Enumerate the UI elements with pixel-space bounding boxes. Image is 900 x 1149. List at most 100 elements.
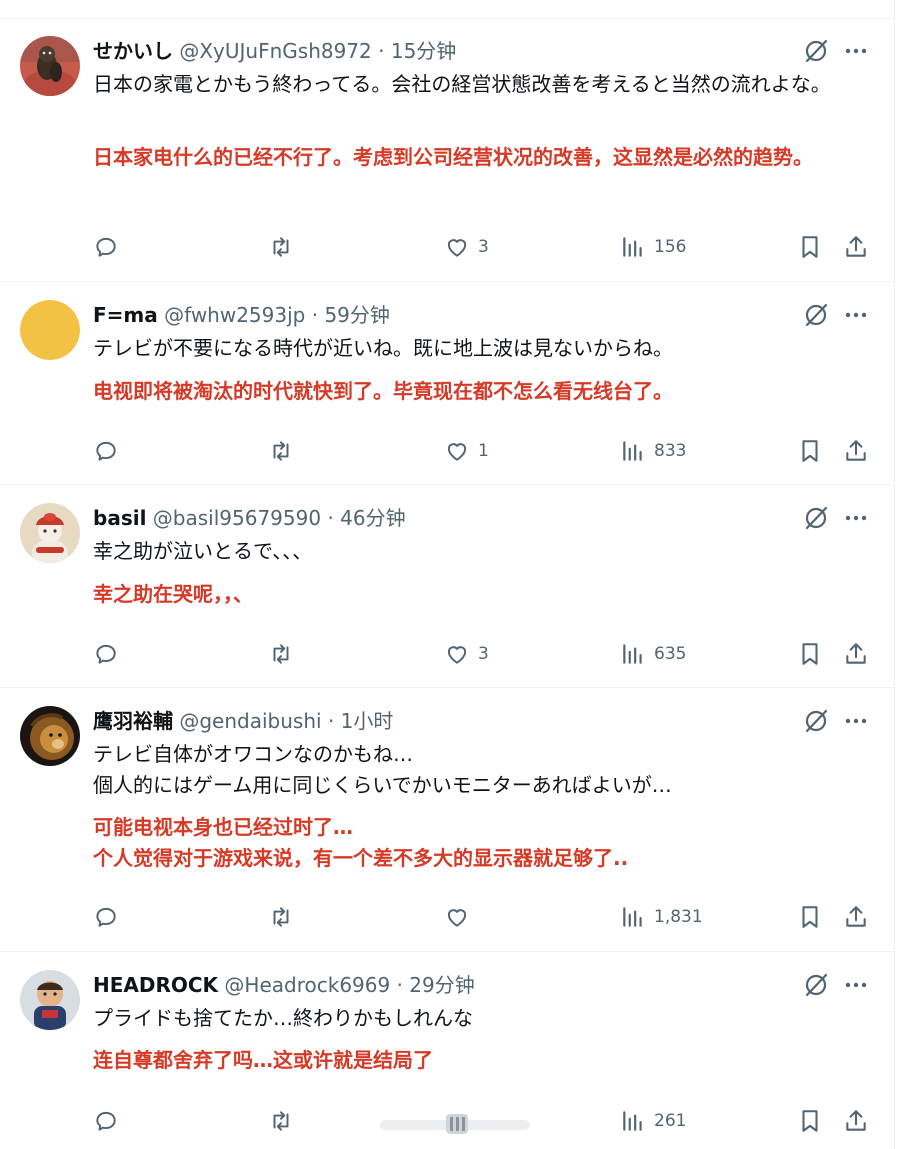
previous-tweet-edge xyxy=(0,0,894,19)
avatar[interactable] xyxy=(20,706,80,766)
share-button[interactable] xyxy=(843,436,869,466)
more-options-icon[interactable] xyxy=(842,37,870,65)
timestamp[interactable]: 1小时 xyxy=(341,709,394,733)
reply-button[interactable] xyxy=(93,902,127,932)
grok-icon[interactable] xyxy=(802,504,830,532)
views-button[interactable]: 1,831 xyxy=(620,902,703,932)
tweet[interactable]: 鹰羽裕輔 @gendaibushi · 1小时 テレビ自体がオワコンなのかもね…… xyxy=(0,688,894,952)
avatar[interactable] xyxy=(20,970,80,1030)
retweet-button[interactable] xyxy=(268,902,302,932)
more-options-icon[interactable] xyxy=(842,301,870,329)
retweet-icon xyxy=(273,1111,289,1131)
reply-button[interactable] xyxy=(93,232,127,262)
tweet-text-translation: 可能电视本身也已经过时了… 个人觉得对于游戏来说，有一个差不多大的显示器就足够了… xyxy=(93,815,629,870)
bookmark-icon xyxy=(802,236,818,258)
display-name[interactable]: せかいし xyxy=(93,39,173,63)
timestamp[interactable]: 15分钟 xyxy=(391,39,456,63)
view-count: 156 xyxy=(654,237,687,257)
tweet[interactable]: せかいし @XyUJuFnGsh8972 · 15分钟 日本の家電とかもう終わっ… xyxy=(0,18,894,282)
display-name[interactable]: basil xyxy=(93,506,146,530)
more-options-icon[interactable] xyxy=(842,971,870,999)
reply-button[interactable] xyxy=(93,639,127,669)
bookmark-icon xyxy=(802,643,818,665)
timestamp[interactable]: 59分钟 xyxy=(324,303,389,327)
share-button[interactable] xyxy=(843,232,869,262)
view-count: 1,831 xyxy=(654,907,703,927)
separator-dot: · xyxy=(396,973,403,997)
share-button[interactable] xyxy=(843,639,869,669)
grok-icon[interactable] xyxy=(802,971,830,999)
display-name[interactable]: F=ma xyxy=(93,303,158,327)
more-options-icon[interactable] xyxy=(842,707,870,735)
views-button[interactable]: 833 xyxy=(620,436,686,466)
separator-dot: · xyxy=(378,39,385,63)
like-button[interactable] xyxy=(444,902,478,932)
tweet-feed: せかいし @XyUJuFnGsh8972 · 15分钟 日本の家電とかもう終わっ… xyxy=(0,0,895,1149)
bookmark-icon xyxy=(802,906,818,928)
share-icon xyxy=(846,906,866,927)
heart-icon xyxy=(447,909,467,927)
avatar[interactable] xyxy=(20,36,80,96)
display-name[interactable]: 鹰羽裕輔 xyxy=(93,709,173,733)
bookmark-button[interactable] xyxy=(797,232,823,262)
bookmark-button[interactable] xyxy=(797,436,823,466)
display-name[interactable]: HEADROCK xyxy=(93,973,218,997)
share-button[interactable] xyxy=(843,902,869,932)
avatar[interactable] xyxy=(20,300,80,360)
user-handle[interactable]: @XyUJuFnGsh8972 xyxy=(179,39,371,63)
tweet-header: HEADROCK @Headrock6969 · 29分钟 xyxy=(93,970,475,1000)
bookmark-button[interactable] xyxy=(797,902,823,932)
retweet-icon xyxy=(273,441,289,461)
timestamp[interactable]: 29分钟 xyxy=(409,973,474,997)
reply-icon xyxy=(96,237,116,257)
views-button[interactable]: 261 xyxy=(620,1106,686,1136)
watermark-overlay xyxy=(380,1114,530,1134)
action-bar: 1,831 xyxy=(0,902,894,932)
separator-dot: · xyxy=(327,506,334,530)
tweet-text-original: プライドも捨てたか…終わりかもしれんな xyxy=(93,1006,473,1030)
share-icon xyxy=(846,1110,866,1131)
reply-icon xyxy=(96,1111,116,1131)
views-bar-chart-icon xyxy=(623,644,642,664)
like-button[interactable]: 1 xyxy=(444,436,489,466)
bookmark-button[interactable] xyxy=(797,1106,823,1136)
like-count: 1 xyxy=(478,441,489,461)
share-button[interactable] xyxy=(843,1106,869,1136)
like-count: 3 xyxy=(478,644,489,664)
grok-icon[interactable] xyxy=(802,37,830,65)
retweet-button[interactable] xyxy=(268,232,302,262)
reply-button[interactable] xyxy=(93,1106,127,1136)
tweet-header: せかいし @XyUJuFnGsh8972 · 15分钟 xyxy=(93,36,456,66)
grok-icon[interactable] xyxy=(802,707,830,735)
retweet-button[interactable] xyxy=(268,436,302,466)
grok-icon[interactable] xyxy=(802,301,830,329)
like-button[interactable]: 3 xyxy=(444,639,489,669)
user-handle[interactable]: @fwhw2593jp xyxy=(164,303,305,327)
like-button[interactable]: 3 xyxy=(444,232,489,262)
views-button[interactable]: 156 xyxy=(620,232,686,262)
tweet-text-original: テレビが不要になる時代が近いね。既に地上波は見ないからね。 xyxy=(93,336,673,360)
separator-dot: · xyxy=(327,709,335,733)
avatar-image xyxy=(20,970,80,1030)
retweet-button[interactable] xyxy=(268,1106,302,1136)
views-button[interactable]: 635 xyxy=(620,639,686,669)
retweet-icon xyxy=(273,237,289,257)
separator-dot: · xyxy=(311,303,319,327)
timestamp[interactable]: 46分钟 xyxy=(340,506,405,530)
view-count: 635 xyxy=(654,644,687,664)
tweet[interactable]: basil @basil95679590 · 46分钟 幸之助が泣いとるで、、、… xyxy=(0,485,894,688)
more-options-icon[interactable] xyxy=(842,504,870,532)
avatar[interactable] xyxy=(20,503,80,563)
tweet-text-original: 幸之助が泣いとるで、、、 xyxy=(93,539,313,563)
reply-button[interactable] xyxy=(93,436,127,466)
retweet-button[interactable] xyxy=(268,639,302,669)
user-handle[interactable]: @basil95679590 xyxy=(153,506,321,530)
tweet-text-translation: 电视即将被淘汰的时代就快到了。毕竟现在都不怎么看无线台了。 xyxy=(93,379,673,403)
views-bar-chart-icon xyxy=(623,907,642,927)
user-handle[interactable]: @gendaibushi xyxy=(179,709,321,733)
bookmark-button[interactable] xyxy=(797,639,823,669)
user-handle[interactable]: @Headrock6969 xyxy=(224,973,390,997)
tweet[interactable]: F=ma @fwhw2593jp · 59分钟 テレビが不要になる時代が近いね。… xyxy=(0,282,894,485)
tweet-text-original: 日本の家電とかもう終わってる。会社の経営状態改善を考えると当然の流れよな。 xyxy=(93,72,831,96)
avatar-image xyxy=(20,36,80,96)
